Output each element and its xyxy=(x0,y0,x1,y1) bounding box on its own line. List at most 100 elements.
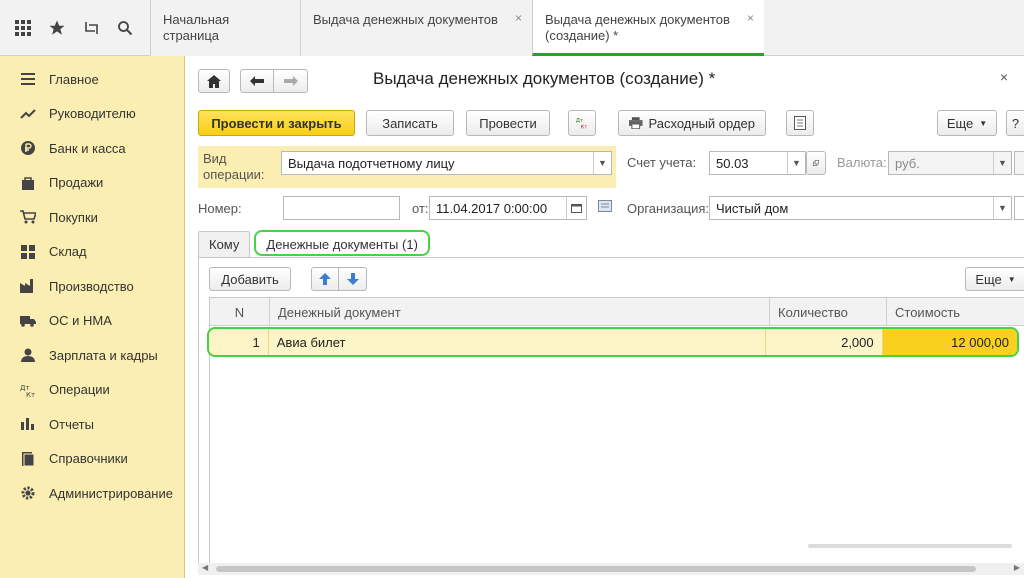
move-up-button[interactable] xyxy=(311,267,339,291)
move-down-button[interactable] xyxy=(339,267,367,291)
cell-quantity[interactable]: 2,000 xyxy=(766,329,883,355)
close-icon[interactable]: × xyxy=(747,10,754,26)
chevron-down-icon[interactable]: ▼ xyxy=(593,152,611,174)
chevron-down-icon[interactable]: ▼ xyxy=(993,152,1011,174)
post-and-close-button[interactable]: Провести и закрыть xyxy=(198,110,355,136)
tab-cash-docs-create[interactable]: Выдача денежных документов (создание) * … xyxy=(532,0,764,56)
table-more-button[interactable]: Еще ▼ xyxy=(965,267,1024,291)
close-form-icon[interactable]: × xyxy=(1000,69,1008,85)
column-header-quantity[interactable]: Количество xyxy=(770,298,887,325)
sidebar-item-fixed-assets[interactable]: ОС и НМА xyxy=(0,304,184,339)
forward-button[interactable] xyxy=(274,69,308,93)
sidebar-item-manager[interactable]: Руководителю xyxy=(0,97,184,132)
arrow-up-icon xyxy=(319,273,331,285)
table-header: N Денежный документ Количество Стоимость xyxy=(210,298,1024,326)
sidebar-item-purchases[interactable]: Покупки xyxy=(0,200,184,235)
close-icon[interactable]: × xyxy=(515,10,522,26)
command-bar: Провести и закрыть Записать Провести Дт … xyxy=(198,110,1024,138)
operation-value: Выдача подотчетному лицу xyxy=(288,156,455,171)
number-label: Номер: xyxy=(198,201,242,216)
currency-value: руб. xyxy=(895,156,920,171)
sidebar-item-admin[interactable]: Администрирование xyxy=(0,476,184,511)
tab-cash-docs-list[interactable]: Выдача денежных документов × xyxy=(300,0,532,56)
sidebar-item-operations[interactable]: Дт Кт Операции xyxy=(0,373,184,408)
print-order-button[interactable]: Расходный ордер xyxy=(618,110,766,136)
dtkt-icon: Дт Кт xyxy=(20,382,36,398)
home-icon xyxy=(207,74,221,88)
cell-document[interactable]: Авиа билет xyxy=(269,329,767,355)
column-header-n[interactable]: N xyxy=(210,298,270,325)
sidebar-item-label: Справочники xyxy=(49,451,128,467)
toolbar-icons xyxy=(0,0,150,56)
history-icon[interactable] xyxy=(78,15,104,41)
back-button[interactable] xyxy=(240,69,274,93)
org-extra-button[interactable] xyxy=(1014,196,1024,220)
svg-text:Кт: Кт xyxy=(26,391,35,398)
open-account-button[interactable] xyxy=(806,151,826,175)
sidebar-item-reports[interactable]: Отчеты xyxy=(0,407,184,442)
scroll-thumb[interactable] xyxy=(216,566,976,572)
help-button[interactable]: ? xyxy=(1006,110,1024,136)
inner-scrollbar[interactable] xyxy=(808,544,1012,548)
sidebar-item-bank[interactable]: Банк и касса xyxy=(0,131,184,166)
sidebar-item-sales[interactable]: Продажи xyxy=(0,166,184,201)
scroll-left-icon[interactable]: ◀ xyxy=(202,563,208,572)
horizontal-scrollbar[interactable]: ◀ ▶ xyxy=(198,563,1024,575)
account-label: Счет учета: xyxy=(627,155,697,170)
chevron-down-icon[interactable]: ▼ xyxy=(993,197,1011,219)
org-select[interactable]: Чистый дом ▼ xyxy=(709,196,1012,220)
column-header-cost[interactable]: Стоимость xyxy=(887,298,1022,325)
more-button[interactable]: Еще ▼ xyxy=(937,110,997,136)
add-row-button[interactable]: Добавить xyxy=(209,267,291,291)
window-tabs: Начальная страница Выдача денежных докум… xyxy=(150,0,764,56)
home-button[interactable] xyxy=(198,69,230,93)
sidebar-item-warehouse[interactable]: Склад xyxy=(0,235,184,270)
currency-select[interactable]: руб. ▼ xyxy=(888,151,1012,175)
currency-label: Валюта: xyxy=(837,155,887,170)
sidebar-item-directories[interactable]: Справочники xyxy=(0,442,184,477)
sidebar-item-main[interactable]: Главное xyxy=(0,62,184,97)
post-button[interactable]: Провести xyxy=(466,110,550,136)
operation-type-select[interactable]: Выдача подотчетному лицу ▼ xyxy=(281,151,612,175)
search-icon[interactable] xyxy=(112,15,138,41)
chevron-down-icon: ▼ xyxy=(1007,274,1016,284)
account-select[interactable]: 50.03 ▼ xyxy=(709,151,806,175)
org-value: Чистый дом xyxy=(716,201,789,216)
date-input[interactable]: 11.04.2017 0:00:00 xyxy=(429,196,587,220)
account-value: 50.03 xyxy=(716,156,749,171)
top-bar: Начальная страница Выдача денежных докум… xyxy=(0,0,1024,56)
tab-label: Выдача денежных документов (создание) * xyxy=(545,12,730,43)
sidebar-item-label: Продажи xyxy=(49,175,104,191)
tab-home[interactable]: Начальная страница xyxy=(150,0,300,56)
number-input[interactable] xyxy=(283,196,400,220)
sidebar-item-label: Склад xyxy=(49,244,87,260)
sidebar-item-label: Администрирование xyxy=(49,485,173,501)
arrow-right-icon xyxy=(283,76,298,86)
sidebar-item-label: Покупки xyxy=(49,209,98,225)
tab-recipient[interactable]: Кому xyxy=(198,231,251,257)
column-header-document[interactable]: Денежный документ xyxy=(270,298,770,325)
comment-icon[interactable] xyxy=(598,200,612,215)
sidebar-item-label: Главное xyxy=(49,71,99,87)
tab-cash-documents[interactable]: Денежные документы (1) xyxy=(254,230,430,256)
sidebar-item-production[interactable]: Производство xyxy=(0,269,184,304)
table-panel: Добавить Еще ▼ N Денежный документ Колич… xyxy=(198,257,1024,565)
sidebar-item-payroll[interactable]: Зарплата и кадры xyxy=(0,338,184,373)
sidebar-item-label: Зарплата и кадры xyxy=(49,347,158,363)
dtkt-top-label: Дт xyxy=(576,118,584,124)
cell-cost[interactable]: 12 000,00 xyxy=(882,329,1017,355)
date-label: от: xyxy=(412,201,429,216)
dtkt-button[interactable]: Дт Кт xyxy=(568,110,596,136)
document-icon xyxy=(794,116,806,130)
table-row[interactable]: 1 Авиа билет 2,000 12 000,00 xyxy=(207,327,1019,357)
calendar-icon[interactable] xyxy=(566,197,586,219)
menu-icon xyxy=(20,71,36,87)
scroll-right-icon[interactable]: ▶ xyxy=(1014,563,1020,572)
star-icon[interactable] xyxy=(44,15,70,41)
save-button[interactable]: Записать xyxy=(366,110,454,136)
chevron-down-icon[interactable]: ▼ xyxy=(787,152,805,174)
document-button[interactable] xyxy=(786,110,814,136)
arrow-left-icon xyxy=(250,76,264,86)
sidebar-item-label: Руководителю xyxy=(49,106,136,122)
apps-grid-icon[interactable] xyxy=(10,15,36,41)
